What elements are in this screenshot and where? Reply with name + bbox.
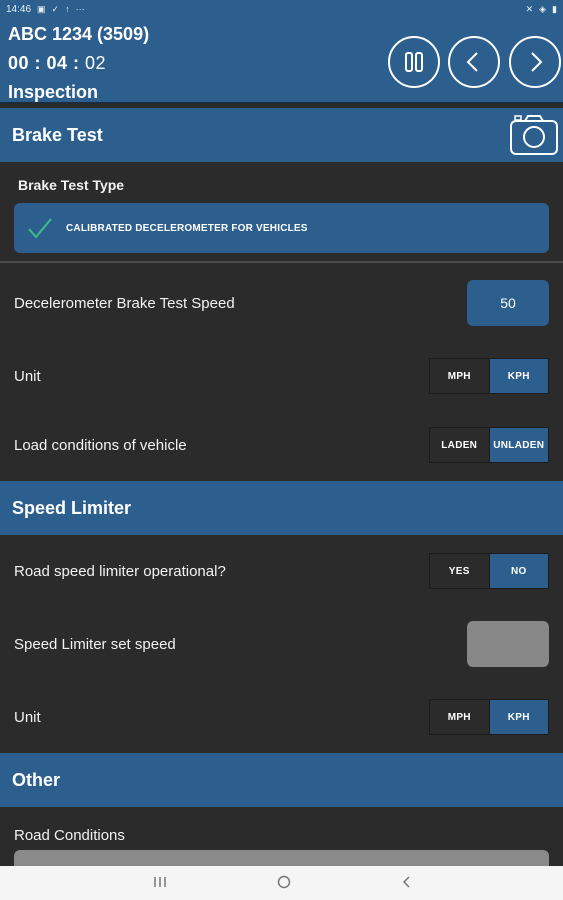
recents-button[interactable]: [153, 875, 167, 891]
brake-unit-toggle: MPH KPH: [429, 358, 549, 394]
app-header: ABC 1234 (3509) 00 : 04 : 02 Inspection: [0, 18, 563, 104]
inspection-timer: 00 : 04 : 02: [8, 53, 106, 74]
upload-icon: ↑: [65, 4, 70, 14]
brake-test-section-header: Brake Test: [0, 108, 563, 162]
back-icon: [402, 875, 410, 888]
pause-icon: [405, 52, 423, 72]
brake-test-speed-label: Decelerometer Brake Test Speed: [14, 295, 235, 312]
load-laden-option[interactable]: LADEN: [430, 428, 490, 462]
battery-icon: ▮: [552, 4, 557, 14]
limiter-operational-toggle: YES NO: [429, 553, 549, 589]
status-bar: 14:46 ▣ ✓ ↑ ··· ✕ ◈ ▮: [0, 0, 563, 18]
mode-label: Inspection: [8, 82, 99, 102]
limiter-yes-option[interactable]: YES: [430, 554, 490, 588]
speed-limiter-section-header: Speed Limiter: [0, 481, 563, 535]
limiter-set-speed-input[interactable]: [467, 621, 549, 667]
timer-seconds: 02: [79, 53, 107, 73]
wifi-icon: ◈: [539, 4, 547, 14]
camera-icon: [510, 115, 558, 155]
other-section-header: Other: [0, 753, 563, 807]
status-time: 14:46: [6, 3, 32, 15]
limiter-operational-label: Road speed limiter operational?: [14, 563, 226, 580]
check-icon: ✓: [51, 4, 60, 14]
brake-test-type-label: Brake Test Type: [18, 177, 125, 193]
limiter-unit-kph-option[interactable]: KPH: [489, 700, 548, 734]
more-icon: ···: [75, 4, 85, 14]
home-icon: [277, 875, 290, 888]
chevron-left-icon: [466, 52, 478, 72]
recents-icon: [153, 877, 166, 887]
brake-test-type-value: CALIBRATED DECELEROMETER FOR VEHICLES: [66, 222, 308, 234]
previous-button[interactable]: [448, 36, 500, 88]
brake-unit-mph-option[interactable]: MPH: [430, 359, 490, 393]
limiter-unit-toggle: MPH KPH: [429, 699, 549, 735]
load-unladen-option[interactable]: UNLADEN: [489, 428, 548, 462]
chevron-right-icon: [531, 52, 543, 72]
checkmark-icon: [28, 218, 52, 239]
brake-test-speed-input[interactable]: 50: [467, 280, 549, 326]
system-nav-bar: [0, 866, 563, 900]
brake-test-type-selector[interactable]: CALIBRATED DECELEROMETER FOR VEHICLES: [14, 203, 549, 253]
load-conditions-toggle: LADEN UNLADEN: [429, 427, 549, 463]
limiter-set-speed-label: Speed Limiter set speed: [14, 636, 176, 653]
image-icon: ▣: [37, 4, 46, 14]
limiter-unit-mph-option[interactable]: MPH: [430, 700, 490, 734]
section-title: Other: [12, 769, 61, 790]
limiter-no-option[interactable]: NO: [489, 554, 548, 588]
next-button[interactable]: [509, 36, 561, 88]
pause-button[interactable]: [388, 36, 440, 88]
timer-hours-minutes: 00 : 04 :: [8, 53, 80, 73]
camera-button[interactable]: [509, 113, 559, 157]
mute-icon: ✕: [525, 4, 534, 14]
back-button[interactable]: [401, 875, 411, 892]
section-title: Speed Limiter: [12, 497, 132, 518]
divider: [0, 261, 563, 263]
brake-unit-label: Unit: [14, 368, 41, 385]
load-conditions-label: Load conditions of vehicle: [14, 437, 187, 454]
limiter-unit-label: Unit: [14, 709, 41, 726]
section-title: Brake Test: [12, 124, 103, 145]
home-button[interactable]: [277, 875, 291, 892]
vehicle-title: ABC 1234 (3509): [8, 24, 150, 44]
brake-unit-kph-option[interactable]: KPH: [489, 359, 548, 393]
road-conditions-label: Road Conditions: [14, 827, 125, 844]
